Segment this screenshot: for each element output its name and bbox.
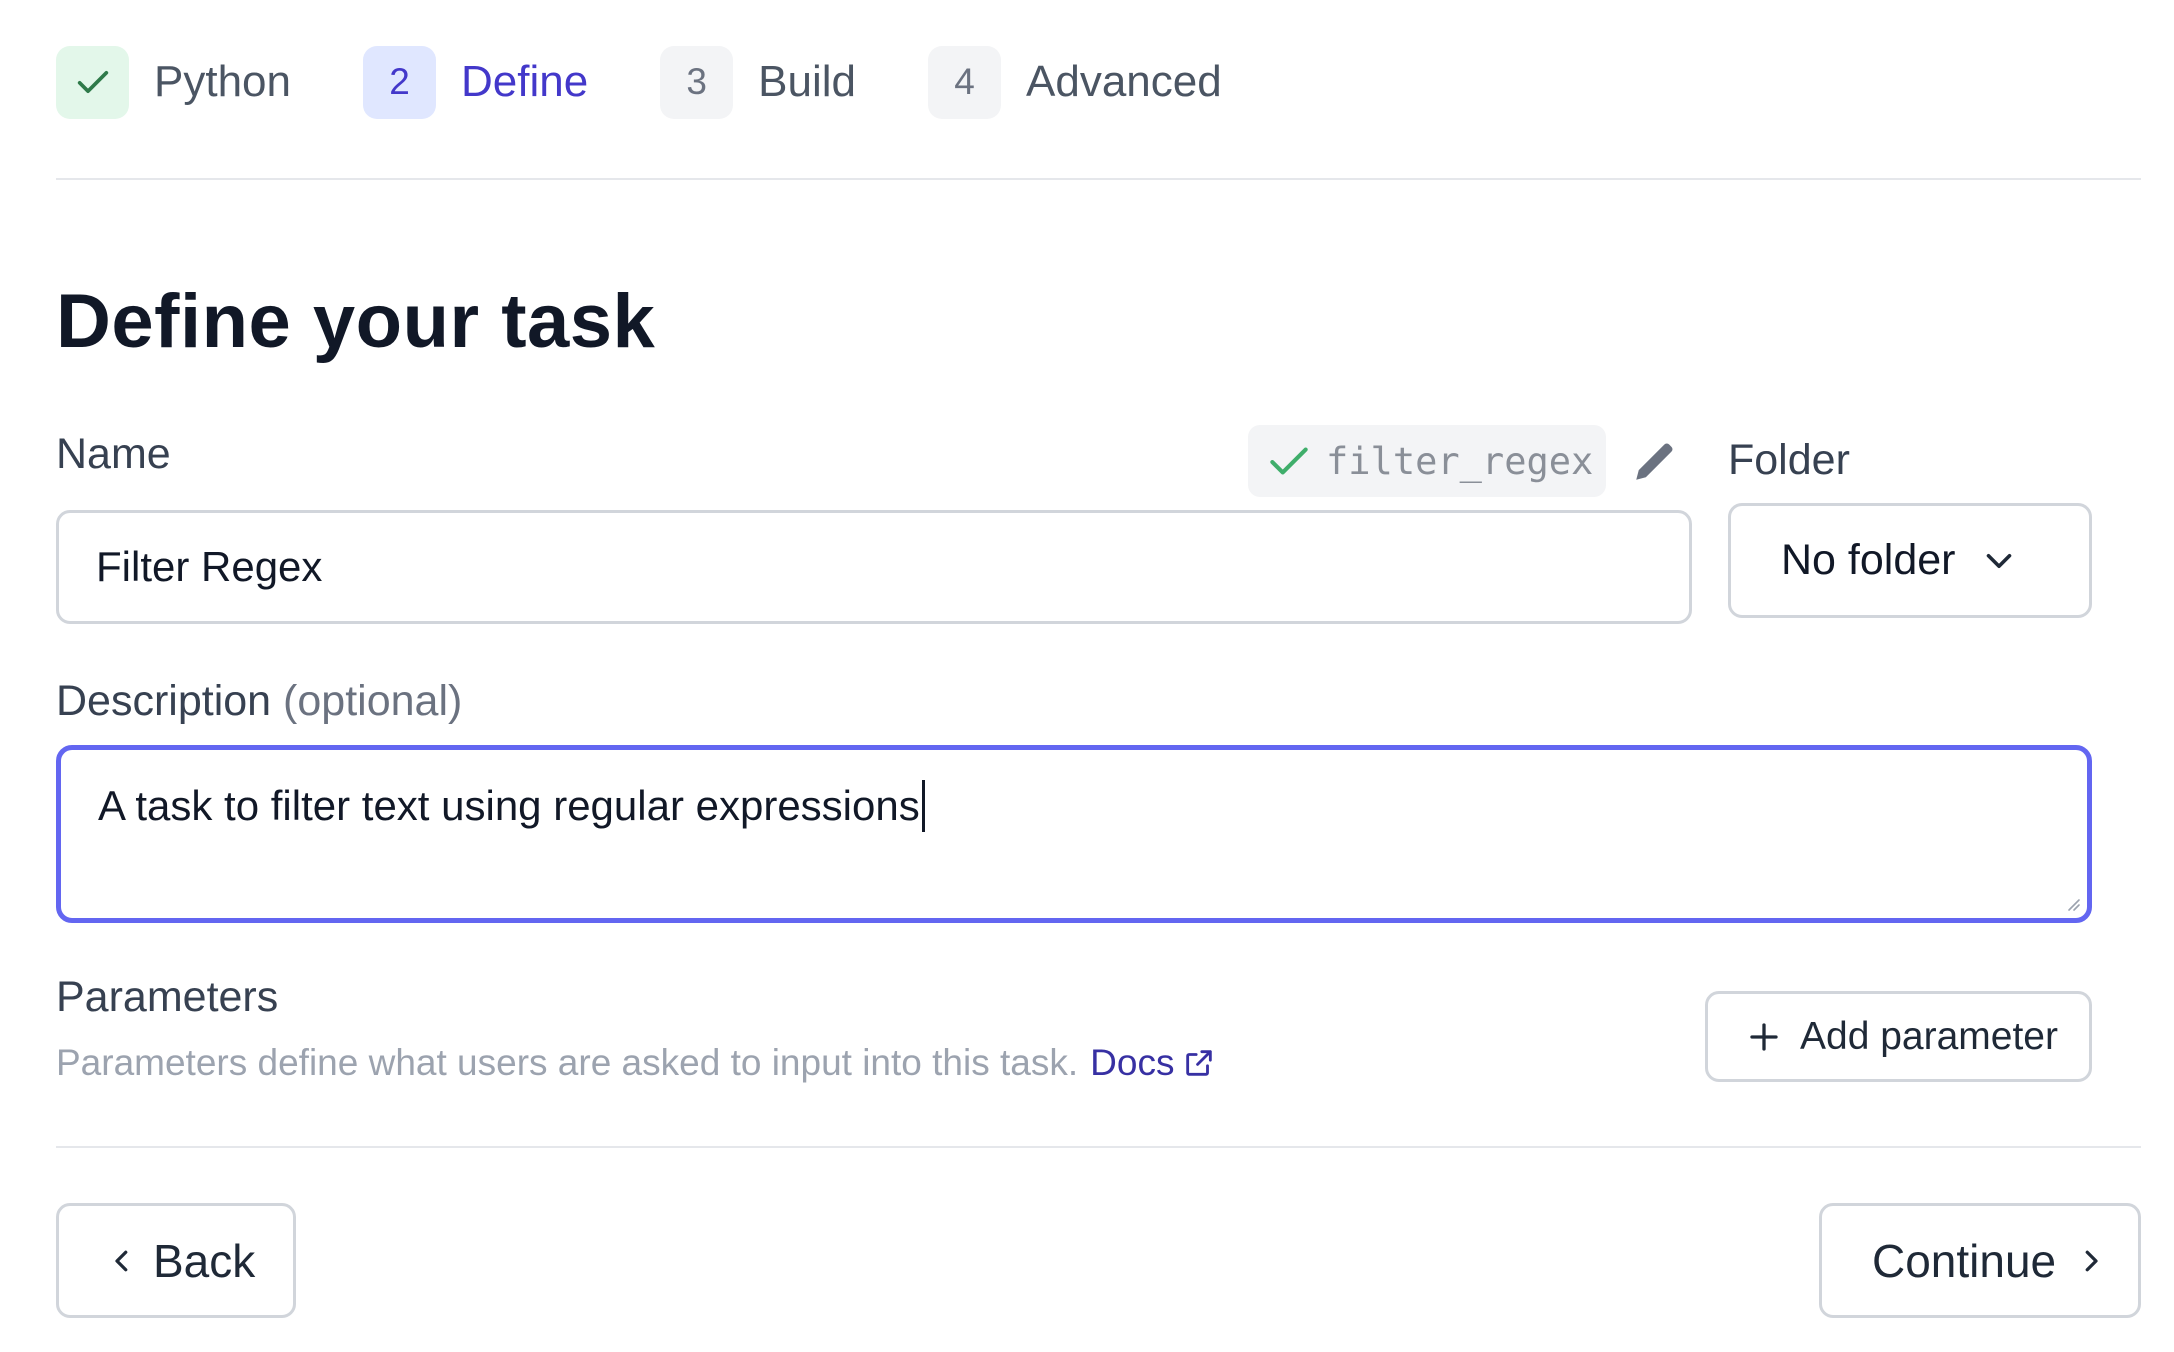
external-link-icon — [1186, 1050, 1213, 1076]
slug-text: filter_regex — [1326, 439, 1594, 483]
continue-label: Continue — [1872, 1234, 2057, 1287]
resize-grip-icon[interactable] — [2063, 894, 2081, 912]
step-label: Python — [154, 57, 291, 106]
chevron-down-icon — [1987, 553, 2012, 568]
check-icon — [77, 71, 108, 93]
step-advanced[interactable]: 4 Advanced — [928, 45, 1222, 119]
folder-select[interactable]: No folder — [1728, 503, 2092, 618]
folder-select-value: No folder — [1781, 536, 1956, 584]
step-number: 3 — [660, 45, 734, 119]
description-label-text: Description — [56, 677, 272, 725]
optional-label: (optional) — [283, 677, 463, 725]
chevron-right-icon — [2085, 1250, 2098, 1271]
plus-icon — [1750, 1022, 1778, 1051]
slug-chip: filter_regex — [1248, 425, 1606, 497]
step-define[interactable]: 2 Define — [362, 45, 589, 119]
check-icon — [1270, 447, 1308, 475]
task-wizard-page: Python 2 Define 3 Build 4 Advanced Defin… — [0, 0, 2174, 1352]
text-caret — [921, 779, 925, 832]
description-value: A task to filter text using regular expr… — [98, 782, 920, 829]
top-divider — [56, 178, 2141, 180]
chevron-left-icon — [115, 1250, 128, 1271]
description-textarea[interactable]: A task to filter text using regular expr… — [56, 745, 2092, 923]
add-parameter-label: Add parameter — [1800, 1014, 2058, 1058]
docs-link-label: Docs — [1090, 1042, 1175, 1083]
step-badge-done — [56, 45, 129, 119]
step-label: Build — [758, 57, 857, 106]
parameters-help: Parameters define what users are asked t… — [56, 1042, 1216, 1084]
name-label: Name — [56, 430, 171, 478]
step-number: 2 — [362, 45, 436, 119]
step-label: Advanced — [1026, 57, 1222, 106]
step-label: Define — [460, 57, 589, 106]
description-label: Description (optional) — [56, 677, 462, 726]
bottom-divider — [56, 1146, 2141, 1148]
name-input-value: Filter Regex — [96, 543, 323, 590]
folder-label: Folder — [1728, 436, 1850, 484]
continue-button[interactable]: Continue — [1819, 1203, 2141, 1318]
add-parameter-button[interactable]: Add parameter — [1705, 991, 2092, 1082]
step-number: 4 — [928, 45, 1002, 119]
parameters-help-text: Parameters define what users are asked t… — [56, 1042, 1079, 1083]
docs-link[interactable]: Docs — [1090, 1042, 1216, 1084]
parameters-title: Parameters — [56, 973, 279, 1021]
step-python[interactable]: Python — [56, 45, 291, 119]
pencil-icon[interactable] — [1630, 436, 1680, 486]
page-title: Define your task — [56, 279, 656, 364]
name-input[interactable]: Filter Regex — [56, 510, 1692, 624]
stepper: Python 2 Define 3 Build 4 Advanced — [56, 45, 1294, 119]
back-button[interactable]: Back — [56, 1203, 296, 1318]
back-label: Back — [153, 1234, 256, 1287]
step-build[interactable]: 3 Build — [660, 45, 857, 119]
